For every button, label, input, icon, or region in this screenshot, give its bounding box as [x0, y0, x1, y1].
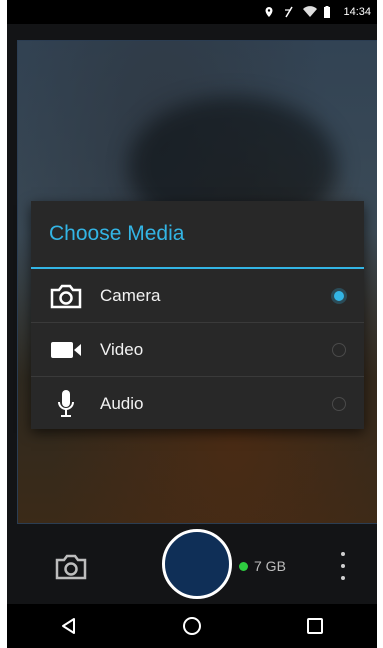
back-icon[interactable]	[57, 614, 81, 638]
radio-selected[interactable]	[334, 290, 344, 301]
choose-media-dialog: Choose Media Camera Video Audio	[31, 201, 364, 429]
home-icon[interactable]	[180, 614, 204, 638]
no-sim-icon	[283, 6, 295, 18]
navigation-bar	[7, 604, 377, 648]
option-video[interactable]: Video	[31, 323, 364, 377]
video-icon	[49, 335, 83, 365]
option-camera[interactable]: Camera	[31, 269, 364, 323]
location-icon	[263, 6, 275, 18]
storage-status-dot	[239, 561, 248, 571]
option-label: Audio	[100, 394, 144, 413]
dialog-title: Choose Media	[49, 222, 185, 245]
option-label: Video	[100, 339, 144, 359]
device-screen: 14:34 7 GB Choose Media Camera Video Aud…	[7, 0, 377, 648]
microphone-icon	[49, 389, 83, 419]
battery-icon	[323, 6, 335, 18]
camera-controls: 7 GB	[7, 524, 377, 604]
shutter-button[interactable]	[162, 529, 232, 599]
wifi-icon	[303, 6, 318, 18]
status-bar: 14:34	[7, 0, 377, 24]
overflow-menu-icon[interactable]	[338, 552, 348, 580]
switch-camera-icon[interactable]	[54, 554, 88, 580]
option-label: Camera	[100, 285, 161, 305]
radio-unselected[interactable]	[332, 397, 346, 411]
recents-icon[interactable]	[303, 614, 327, 638]
camera-icon	[49, 281, 83, 311]
option-audio[interactable]: Audio	[31, 377, 364, 431]
storage-label: 7 GB	[254, 558, 286, 574]
status-time: 14:34	[343, 6, 371, 18]
storage-indicator: 7 GB	[239, 558, 286, 574]
radio-unselected[interactable]	[332, 342, 346, 357]
